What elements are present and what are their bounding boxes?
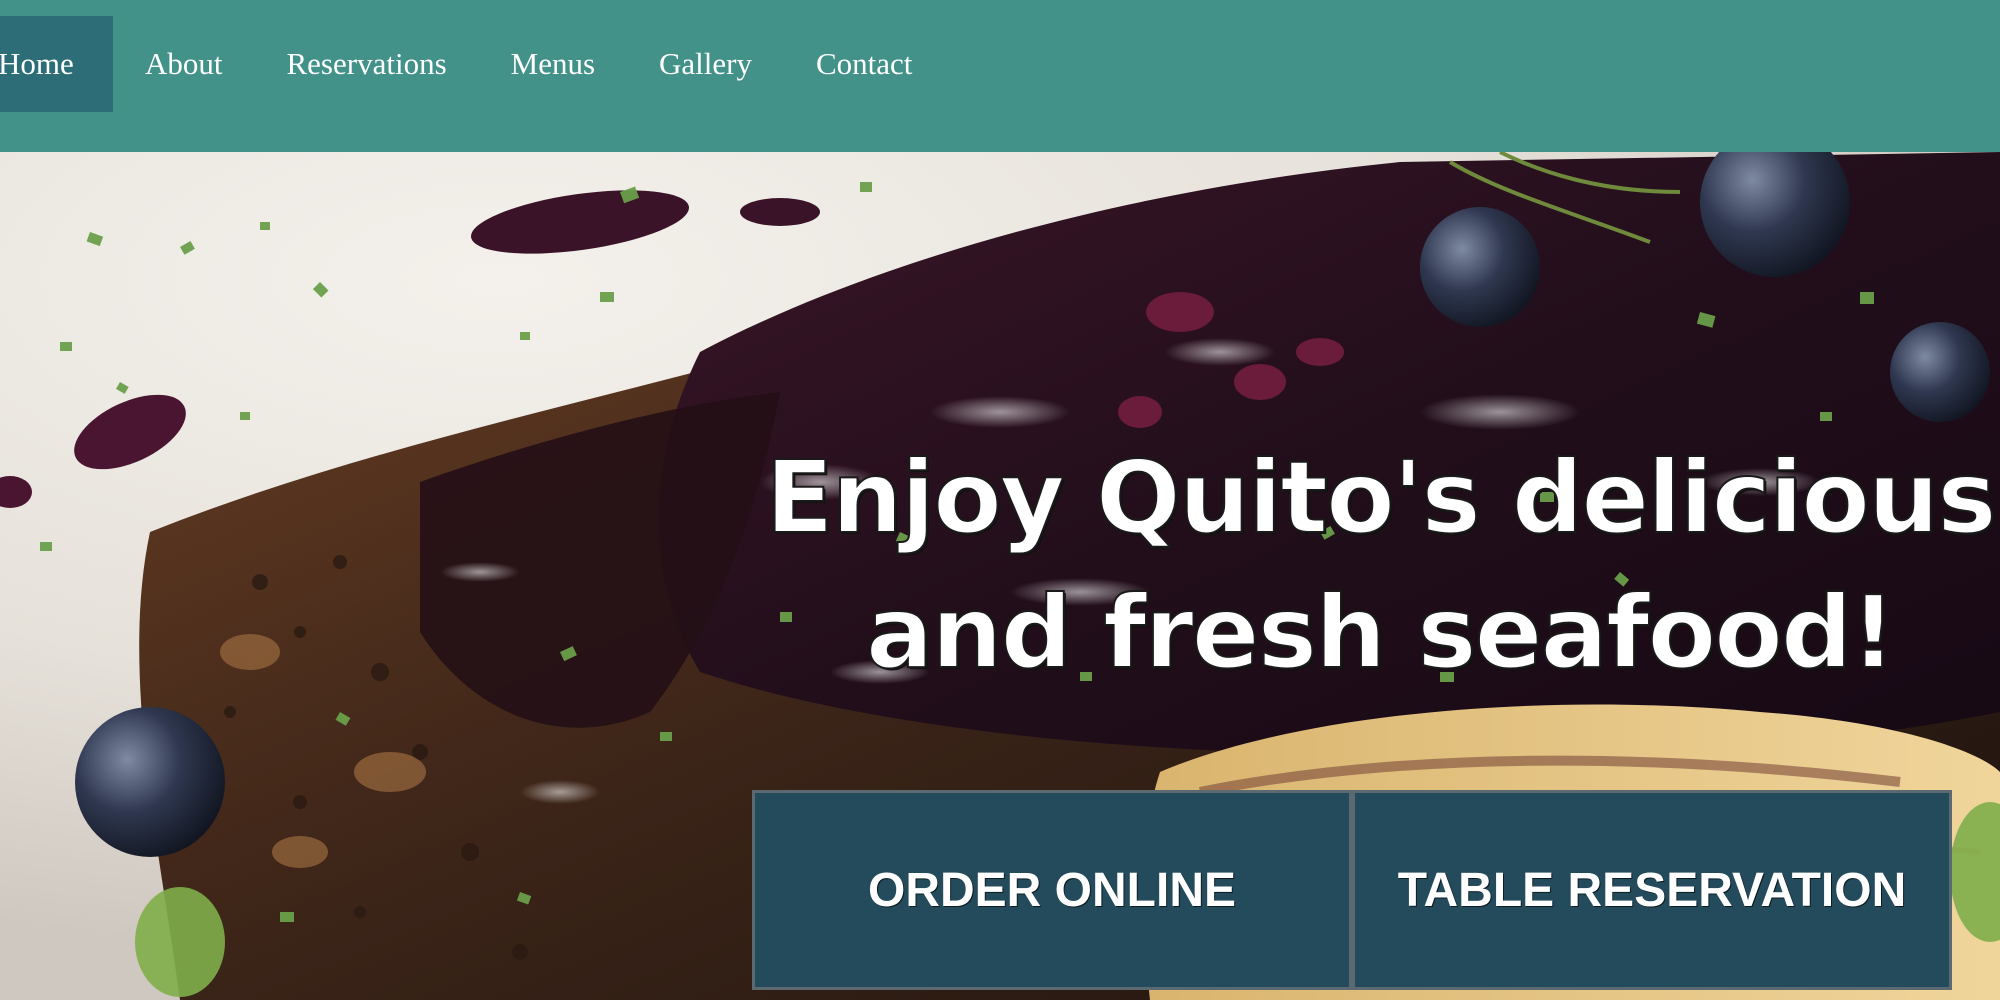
nav-item-menus-label: Menus xyxy=(510,46,596,81)
nav-item-contact-label: Contact xyxy=(816,46,913,81)
nav-item-gallery-label: Gallery xyxy=(659,46,752,81)
nav-item-about[interactable]: About xyxy=(113,16,255,112)
cta-button-row: ORDER ONLINE TABLE RESERVATION xyxy=(752,790,1952,990)
nav-item-home[interactable]: Home xyxy=(0,16,113,112)
nav-item-home-label: Home xyxy=(0,46,74,81)
hero-headline-line-2: and fresh seafood! xyxy=(865,573,1897,692)
hero-headline-line-1: Enjoy Quito's delicious xyxy=(764,438,1997,557)
order-online-button[interactable]: ORDER ONLINE xyxy=(752,790,1352,990)
nav-item-reservations[interactable]: Reservations xyxy=(255,16,479,112)
nav-item-gallery[interactable]: Gallery xyxy=(627,16,784,112)
table-reservation-label: TABLE RESERVATION xyxy=(1397,863,1907,917)
table-reservation-button[interactable]: TABLE RESERVATION xyxy=(1352,790,1952,990)
nav-item-reservations-label: Reservations xyxy=(286,46,447,81)
nav-list: Home About Reservations Menus Gallery Co… xyxy=(0,16,944,112)
nav-item-contact[interactable]: Contact xyxy=(784,16,944,112)
hero-headline: Enjoy Quito's delicious and fresh seafoo… xyxy=(700,430,2000,700)
nav-item-about-label: About xyxy=(145,46,223,81)
order-online-label: ORDER ONLINE xyxy=(867,863,1236,917)
nav-item-menus[interactable]: Menus xyxy=(479,16,627,112)
top-navigation: Home About Reservations Menus Gallery Co… xyxy=(0,0,2000,152)
